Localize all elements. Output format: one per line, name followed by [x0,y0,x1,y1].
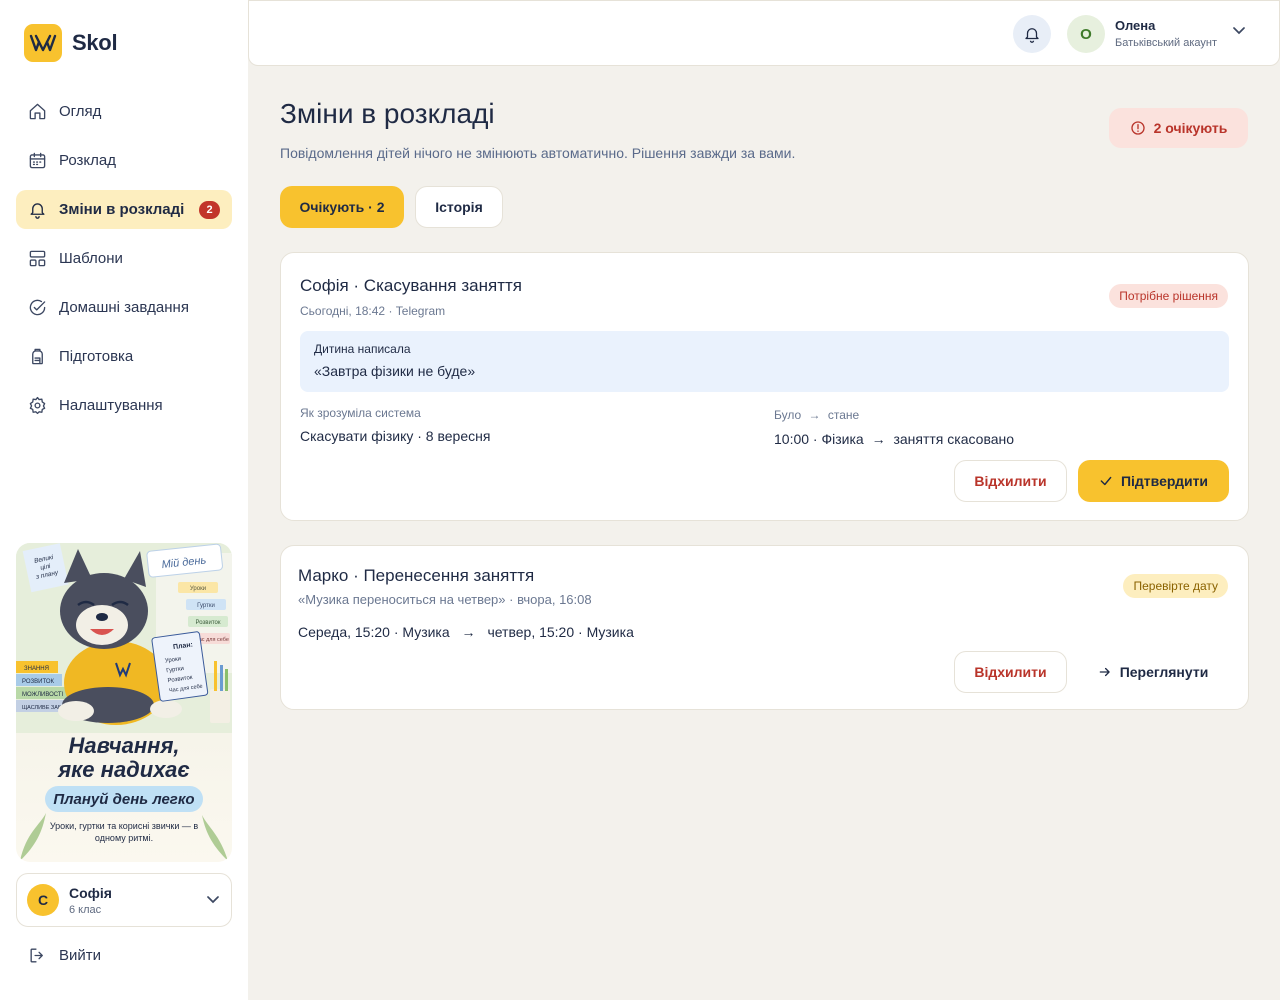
logout-button[interactable]: Вийти [28,946,101,965]
board-item: Гуртки [197,603,215,609]
promo-title: яке надихає [58,757,190,782]
card-meta: «Музика переноситься на четвер» · вчора,… [298,592,592,607]
user-name: Олена [1115,18,1156,33]
notifications-button[interactable] [1013,15,1051,53]
sidebar-item-preparation[interactable]: Підготовка [16,337,232,376]
change-value: Середа, 15:20 · Музика → четвер, 15:20 ·… [298,624,634,640]
user-role: Батьківський акаунт [1115,37,1218,49]
change-to: заняття скасовано [893,431,1015,447]
page-title: Зміни в розкладі [280,98,495,129]
status-badge: Потрібне рішення [1109,284,1228,308]
arrow-right-icon: → [461,624,476,640]
logo-mark-icon [24,24,62,62]
card-title: Софія · Скасування заняття [300,276,522,295]
change-request-card: Марко · Перенесення заняття «Музика пере… [280,545,1249,710]
quote-label: Дитина написала [314,342,411,356]
child-name: Софія [69,884,112,901]
pending-count-badge: 2 очікують [1109,108,1248,148]
promo-title: Навчання, [68,733,180,758]
logo[interactable]: Skol [24,24,118,62]
arrow-right-icon: → [871,431,886,447]
book-label: ЗНАННЯ [24,666,49,672]
card-title: Марко · Перенесення заняття [298,566,535,585]
child-message-box: Дитина написала «Завтра фізики не буде» [300,331,1229,392]
calendar-icon [29,152,46,169]
sidebar-item-label: Шаблони [59,250,123,267]
change-label-from: Було [774,408,802,422]
sidebar-item-settings[interactable]: Налаштування [16,386,232,425]
user-avatar[interactable]: О [1067,15,1105,53]
tab-pending[interactable]: Очікують · 2 [280,186,404,228]
card-meta: Сьогодні, 18:42 · Telegram [300,304,446,318]
changes-count-badge: 2 [199,200,220,219]
sidebar-item-label: Домашні завдання [59,299,189,316]
sidebar-item-label: Огляд [59,103,102,120]
arrow-right-icon: → [808,408,821,422]
check-circle-icon [29,299,46,316]
change-label-to: стане [827,408,860,422]
chevron-down-icon [207,896,219,904]
sidebar-item-schedule[interactable]: Розклад [16,141,232,180]
wolf-mascot-illustration: Великі цілі з плану Мій день Уроки Гуртк… [16,543,232,733]
arrow-right-icon [1099,667,1110,677]
board-item: Уроки [190,586,206,592]
change-value: 10:00 · Фізика → заняття скасовано [774,431,1014,447]
top-header: О Олена Батьківський акаунт [248,0,1280,66]
change-request-card: Софія · Скасування заняття Сьогодні, 18:… [280,252,1249,521]
sidebar-item-label: Зміни в розкладі [59,201,185,218]
sidebar-item-label: Підготовка [59,348,134,365]
confirm-button[interactable]: Підтвердити [1078,460,1229,502]
change-label: Було → стане [774,408,859,422]
understood-value: Скасувати фізику · 8 вересня [300,428,491,444]
sidebar-item-schedule-changes[interactable]: Зміни в розкладі 2 [16,190,232,229]
view-label: Переглянути [1119,664,1209,680]
logout-icon [30,948,43,963]
child-grade: 6 клас [69,903,102,916]
child-avatar: С [27,884,59,916]
brand-name: Skol [72,30,118,55]
promo-banner: Великі цілі з плану Мій день Уроки Гуртк… [16,543,232,862]
page-subtitle: Повідомлення дітей нічого не змінюють ав… [280,145,796,161]
reject-button[interactable]: Відхилити [954,651,1067,693]
understood-label: Як зрозуміла система [300,406,421,420]
leaves-decoration-icon [20,813,228,861]
logout-label: Вийти [59,947,102,964]
gear-icon [29,396,46,415]
status-badge: Перевірте дату [1123,574,1228,598]
bell-icon [1025,28,1039,43]
change-from: 10:00 · Фізика [774,431,864,447]
backpack-icon [32,348,43,365]
confirm-label: Підтвердити [1120,473,1209,489]
home-icon [29,103,46,120]
reject-button[interactable]: Відхилити [954,460,1067,502]
view-button[interactable]: Переглянути [1083,651,1223,693]
pending-count-label: 2 очікують [1153,120,1228,136]
book-label: РОЗВИТОК [22,679,55,685]
sidebar-item-label: Налаштування [59,397,163,414]
change-to: четвер, 15:20 · Музика [487,624,634,640]
templates-icon [29,250,46,267]
board-item: Розвиток [196,620,221,626]
book-label: МОЖЛИВОСТІ [22,692,64,698]
bell-icon [30,203,45,219]
quote-text: «Завтра фізики не буде» [314,363,476,379]
chevron-down-icon[interactable] [1233,27,1245,35]
sidebar-nav: Огляд Розклад Зміни в розкладі 2 Шаблони… [16,92,232,435]
sidebar-item-homework[interactable]: Домашні завдання [16,288,232,327]
change-from: Середа, 15:20 · Музика [298,624,450,640]
sidebar-item-templates[interactable]: Шаблони [16,239,232,278]
sidebar: Skol Огляд Розклад Зміни в розкладі 2 Ша… [0,0,248,1000]
child-selector[interactable]: С Софія 6 клас [16,873,232,927]
sidebar-item-label: Розклад [59,152,116,169]
alert-circle-icon [1130,121,1145,135]
tab-history[interactable]: Історія [415,186,503,228]
sidebar-item-overview[interactable]: Огляд [16,92,232,131]
check-icon [1100,476,1112,486]
